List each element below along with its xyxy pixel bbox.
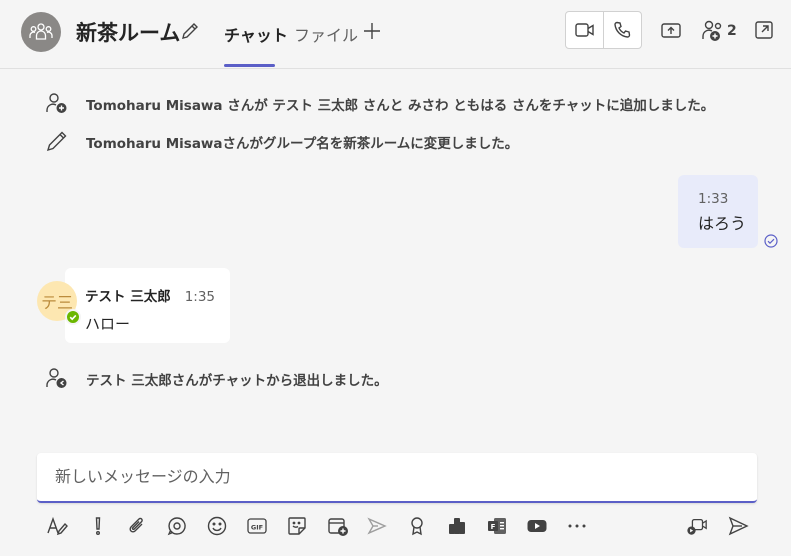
sender-name: テスト 三太郎 [85,289,171,305]
tab-chat[interactable]: チャット [224,22,288,46]
video-call-icon[interactable] [574,20,596,40]
send-icon[interactable] [727,515,749,537]
active-tab-indicator [224,64,275,67]
praise-icon[interactable] [406,515,428,537]
participants-icon[interactable] [700,19,726,43]
message-input[interactable] [53,466,737,487]
video-clip-icon[interactable] [686,515,708,537]
message-header: テスト 三太郎 1:35 [85,285,230,305]
forms-icon[interactable]: F [486,515,508,537]
share-screen-icon[interactable] [660,21,682,41]
group-people-icon [29,23,53,40]
message-time: 1:33 [698,191,729,207]
person-leave-icon [45,366,69,390]
gif-icon[interactable]: GIF [246,515,268,537]
edit-pencil-icon[interactable] [179,20,201,42]
person-add-icon [45,91,69,115]
chat-header: 新茶ルーム チャット ファイル 2 [0,0,791,69]
participant-count[interactable]: 2 [727,23,737,39]
youtube-icon[interactable] [526,515,548,537]
tab-files[interactable]: ファイル [294,22,358,46]
message-text: はろう [698,214,747,233]
schedule-meeting-icon[interactable] [327,515,349,537]
format-icon[interactable] [46,515,68,537]
chat-title: 新茶ルーム [76,21,181,45]
loop-icon[interactable] [166,515,188,537]
audio-call-icon[interactable] [612,20,632,40]
message-time: 1:35 [184,289,216,305]
add-tab-plus-icon[interactable] [362,21,382,41]
system-message-text: テスト 三太郎さんがチャットから退出しました。 [86,373,388,389]
sticker-icon[interactable] [286,515,308,537]
group-avatar[interactable] [21,12,61,52]
attach-icon[interactable] [126,515,148,537]
presence-available-badge [65,309,81,325]
svg-text:F: F [491,523,496,531]
stream-icon[interactable] [366,515,388,537]
call-divider [603,12,604,48]
important-icon[interactable] [87,515,109,537]
approvals-icon[interactable] [446,515,468,537]
message-composer [37,453,757,503]
message-text: ハロー [85,315,131,333]
my-message-bubble[interactable]: 1:33 はろう [678,175,758,248]
received-message-bubble[interactable]: テスト 三太郎 1:35 ハロー [65,268,230,343]
pop-out-icon[interactable] [754,20,774,40]
emoji-icon[interactable] [206,515,228,537]
read-receipt-icon [764,234,778,248]
system-message-text: Tomoharu Misawaさんがグループ名を新茶ルームに変更しました。 [86,136,519,152]
call-button-group [565,11,642,49]
more-options-icon[interactable] [566,515,588,537]
system-message-text: Tomoharu Misawa さんが テスト 三太郎 さんと みさわ ともはる… [86,98,715,114]
svg-text:GIF: GIF [251,523,263,531]
pencil-icon [45,129,69,153]
